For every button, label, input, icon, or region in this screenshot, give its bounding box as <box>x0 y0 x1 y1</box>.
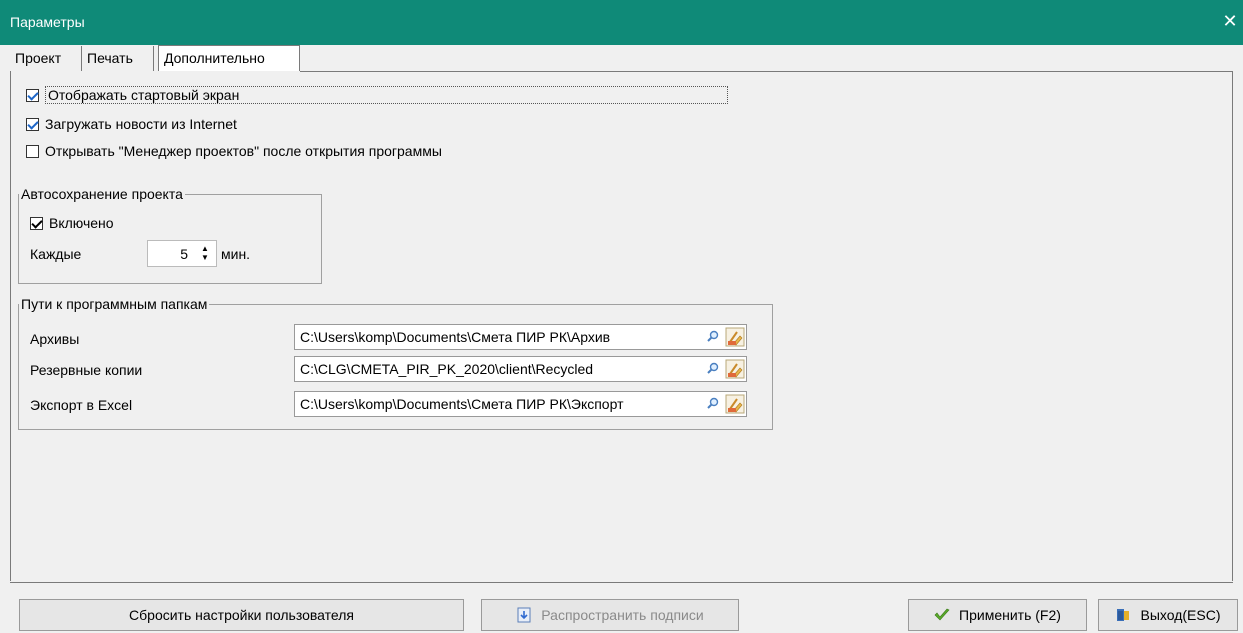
close-icon[interactable]: ✕ <box>1221 12 1239 30</box>
path-value-backups[interactable]: C:\CLG\CMETA_PIR_PK_2020\client\Recycled <box>300 361 593 377</box>
autosave-unit-label: мин. <box>221 246 251 262</box>
bottom-divider <box>10 582 1233 583</box>
autosave-enabled-row[interactable]: Включено <box>30 214 114 232</box>
apply-label: Применить (F2) <box>959 607 1061 623</box>
option-open-manager[interactable]: Открывать "Менеджер проектов" после откр… <box>26 142 442 160</box>
folder-broom-icon[interactable] <box>725 394 745 414</box>
reset-settings-label: Сбросить настройки пользователя <box>129 607 354 623</box>
distribute-signatures-button[interactable]: Распространить подписи <box>481 599 739 631</box>
autosave-enabled-checkbox[interactable] <box>30 216 43 230</box>
path-label-archives: Архивы <box>30 331 80 347</box>
panel-border-right <box>1232 71 1233 581</box>
tab-advanced[interactable]: Дополнительно <box>158 45 300 71</box>
autosave-every-label: Каждые <box>30 246 82 262</box>
download-doc-icon <box>517 607 531 623</box>
exit-label: Выход(ESC) <box>1140 607 1221 623</box>
tab-print[interactable]: Печать <box>82 46 154 71</box>
show-start-screen-checkbox[interactable] <box>26 88 39 102</box>
path-field-backups[interactable]: C:\CLG\CMETA_PIR_PK_2020\client\Recycled <box>294 356 747 382</box>
folder-broom-icon[interactable] <box>725 359 745 379</box>
spin-arrows-icon[interactable]: ▲ ▼ <box>200 244 210 262</box>
paths-group-title: Пути к программным папкам <box>19 296 210 312</box>
option-show-start-screen[interactable]: Отображать стартовый экран <box>26 86 728 104</box>
exit-button[interactable]: Выход(ESC) <box>1098 599 1238 631</box>
apply-button[interactable]: Применить (F2) <box>908 599 1087 631</box>
path-value-export[interactable]: C:\Users\komp\Documents\Смета ПИР РК\Экс… <box>300 396 623 412</box>
tab-project[interactable]: Проект <box>10 46 82 71</box>
magnifier-icon[interactable] <box>706 396 720 412</box>
open-manager-checkbox[interactable] <box>26 144 39 158</box>
path-field-export[interactable]: C:\Users\komp\Documents\Смета ПИР РК\Экс… <box>294 391 747 417</box>
distribute-signatures-label: Распространить подписи <box>541 607 704 623</box>
autosave-group: Автосохранение проекта <box>18 186 322 284</box>
magnifier-icon[interactable] <box>706 329 720 345</box>
path-label-backups: Резервные копии <box>30 362 143 378</box>
title-bar: Параметры ✕ <box>0 0 1243 45</box>
tab-baseline <box>300 71 1233 72</box>
folder-broom-icon[interactable] <box>725 327 745 347</box>
magnifier-icon[interactable] <box>706 361 720 377</box>
path-label-export: Экспорт в Excel <box>30 397 133 413</box>
load-news-label: Загружать новости из Internet <box>45 116 237 132</box>
path-field-archives[interactable]: C:\Users\komp\Documents\Смета ПИР РК\Арх… <box>294 324 747 350</box>
spin-down-icon[interactable]: ▼ <box>200 253 210 262</box>
spin-up-icon[interactable]: ▲ <box>200 244 210 253</box>
load-news-checkbox[interactable] <box>26 117 39 131</box>
window-title: Параметры <box>10 14 85 30</box>
checkmark-icon <box>934 608 950 621</box>
autosave-enabled-label: Включено <box>49 215 114 231</box>
autosave-group-title: Автосохранение проекта <box>19 186 185 202</box>
reset-settings-button[interactable]: Сбросить настройки пользователя <box>19 599 464 631</box>
autosave-interval-stepper[interactable]: 5 ▲ ▼ <box>147 240 217 267</box>
option-load-news[interactable]: Загружать новости из Internet <box>26 115 237 133</box>
open-manager-label: Открывать "Менеджер проектов" после откр… <box>45 143 442 159</box>
show-start-screen-label: Отображать стартовый экран <box>48 87 240 103</box>
path-value-archives[interactable]: C:\Users\komp\Documents\Смета ПИР РК\Арх… <box>300 329 610 345</box>
autosave-interval-value[interactable]: 5 <box>180 246 188 262</box>
panel-border-left <box>10 71 11 581</box>
focus-rect: Отображать стартовый экран <box>45 86 728 104</box>
exit-door-icon <box>1117 609 1130 621</box>
